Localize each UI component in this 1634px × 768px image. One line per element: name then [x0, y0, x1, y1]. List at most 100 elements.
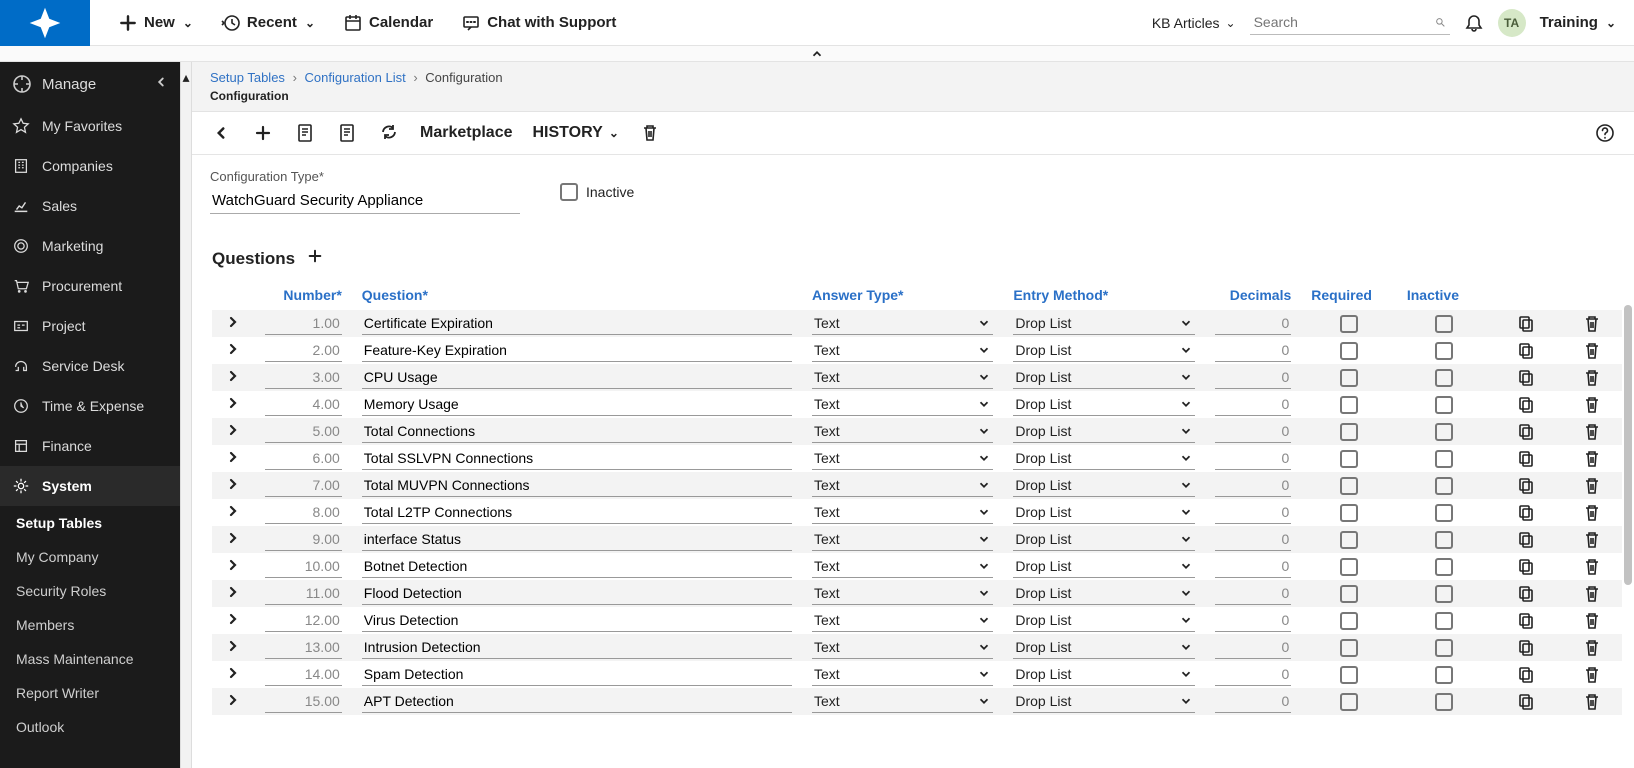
delete-row-button[interactable]	[1582, 368, 1602, 388]
delete-row-button[interactable]	[1582, 557, 1602, 577]
entry-method-select[interactable]: Drop List	[1013, 312, 1194, 335]
chevron-left-icon[interactable]	[154, 75, 168, 93]
decimals-input[interactable]	[1215, 528, 1292, 551]
answer-type-select[interactable]: Text	[812, 555, 993, 578]
decimals-input[interactable]	[1215, 582, 1292, 605]
copy-row-button[interactable]	[1517, 584, 1537, 604]
topbar-expand-handle[interactable]	[0, 46, 1634, 62]
answer-type-select[interactable]: Text	[812, 663, 993, 686]
calendar-button[interactable]: Calendar	[343, 13, 433, 33]
delete-row-button[interactable]	[1582, 449, 1602, 469]
delete-row-button[interactable]	[1582, 422, 1602, 442]
expand-row-button[interactable]	[212, 553, 255, 580]
number-input[interactable]	[265, 312, 342, 335]
delete-button[interactable]	[639, 122, 661, 144]
entry-method-select[interactable]: Drop List	[1013, 636, 1194, 659]
add-button[interactable]	[252, 122, 274, 144]
sidebar-item-system[interactable]: System	[0, 466, 180, 506]
question-input[interactable]	[362, 609, 792, 632]
decimals-input[interactable]	[1215, 474, 1292, 497]
required-checkbox[interactable]	[1340, 531, 1358, 549]
copy-row-button[interactable]	[1517, 638, 1537, 658]
answer-type-select[interactable]: Text	[812, 447, 993, 470]
kb-articles-dropdown[interactable]: KB Articles ⌄	[1152, 15, 1236, 31]
inactive-checkbox[interactable]	[1435, 369, 1453, 387]
answer-type-select[interactable]: Text	[812, 393, 993, 416]
search-box[interactable]	[1250, 10, 1450, 35]
delete-row-button[interactable]	[1582, 314, 1602, 334]
question-input[interactable]	[362, 312, 792, 335]
sidebar-item-time-expense[interactable]: Time & Expense	[0, 386, 180, 426]
question-input[interactable]	[362, 339, 792, 362]
inactive-checkbox[interactable]	[560, 183, 578, 201]
header-decimals[interactable]: Decimals	[1205, 281, 1302, 310]
required-checkbox[interactable]	[1340, 558, 1358, 576]
delete-row-button[interactable]	[1582, 692, 1602, 712]
question-input[interactable]	[362, 582, 792, 605]
inactive-checkbox[interactable]	[1435, 585, 1453, 603]
entry-method-select[interactable]: Drop List	[1013, 582, 1194, 605]
delete-row-button[interactable]	[1582, 503, 1602, 523]
sidebar-item-procurement[interactable]: Procurement	[0, 266, 180, 306]
expand-row-button[interactable]	[212, 607, 255, 634]
inactive-checkbox[interactable]	[1435, 531, 1453, 549]
entry-method-select[interactable]: Drop List	[1013, 690, 1194, 713]
required-checkbox[interactable]	[1340, 504, 1358, 522]
back-button[interactable]	[210, 122, 232, 144]
copy-row-button[interactable]	[1517, 395, 1537, 415]
answer-type-select[interactable]: Text	[812, 420, 993, 443]
user-avatar[interactable]: TA	[1498, 9, 1526, 37]
configuration-type-input[interactable]	[210, 188, 520, 214]
header-entry-method[interactable]: Entry Method*	[1003, 281, 1204, 310]
question-input[interactable]	[362, 393, 792, 416]
entry-method-select[interactable]: Drop List	[1013, 555, 1194, 578]
decimals-input[interactable]	[1215, 636, 1292, 659]
question-input[interactable]	[362, 636, 792, 659]
number-input[interactable]	[265, 636, 342, 659]
inactive-checkbox[interactable]	[1435, 396, 1453, 414]
number-input[interactable]	[265, 582, 342, 605]
inactive-checkbox[interactable]	[1435, 639, 1453, 657]
number-input[interactable]	[265, 420, 342, 443]
expand-row-button[interactable]	[212, 526, 255, 553]
decimals-input[interactable]	[1215, 312, 1292, 335]
copy-row-button[interactable]	[1517, 503, 1537, 523]
sidebar-item-service-desk[interactable]: Service Desk	[0, 346, 180, 386]
required-checkbox[interactable]	[1340, 666, 1358, 684]
marketplace-link[interactable]: Marketplace	[420, 124, 513, 142]
delete-row-button[interactable]	[1582, 476, 1602, 496]
help-button[interactable]	[1594, 122, 1616, 144]
chat-support-button[interactable]: Chat with Support	[461, 13, 616, 33]
expand-row-button[interactable]	[212, 337, 255, 364]
inactive-checkbox[interactable]	[1435, 477, 1453, 495]
number-input[interactable]	[265, 339, 342, 362]
header-required[interactable]: Required	[1301, 281, 1397, 310]
expand-row-button[interactable]	[212, 472, 255, 499]
sidebar-subitem-mass-maintenance[interactable]: Mass Maintenance	[0, 642, 180, 676]
required-checkbox[interactable]	[1340, 315, 1358, 333]
inactive-checkbox[interactable]	[1435, 558, 1453, 576]
vertical-splitter[interactable]: ▴	[180, 62, 192, 768]
delete-row-button[interactable]	[1582, 638, 1602, 658]
entry-method-select[interactable]: Drop List	[1013, 528, 1194, 551]
header-inactive[interactable]: Inactive	[1397, 281, 1492, 310]
decimals-input[interactable]	[1215, 555, 1292, 578]
number-input[interactable]	[265, 690, 342, 713]
question-input[interactable]	[362, 690, 792, 713]
inactive-checkbox[interactable]	[1435, 450, 1453, 468]
answer-type-select[interactable]: Text	[812, 474, 993, 497]
answer-type-select[interactable]: Text	[812, 501, 993, 524]
expand-row-button[interactable]	[212, 499, 255, 526]
question-input[interactable]	[362, 501, 792, 524]
recent-button[interactable]: Recent ⌄	[221, 13, 315, 33]
decimals-input[interactable]	[1215, 447, 1292, 470]
answer-type-select[interactable]: Text	[812, 582, 993, 605]
sidebar-subitem-my-company[interactable]: My Company	[0, 540, 180, 574]
number-input[interactable]	[265, 366, 342, 389]
question-input[interactable]	[362, 366, 792, 389]
expand-row-button[interactable]	[212, 391, 255, 418]
delete-row-button[interactable]	[1582, 611, 1602, 631]
question-input[interactable]	[362, 663, 792, 686]
sidebar-manage[interactable]: Manage	[0, 62, 180, 106]
search-input[interactable]	[1254, 14, 1435, 30]
